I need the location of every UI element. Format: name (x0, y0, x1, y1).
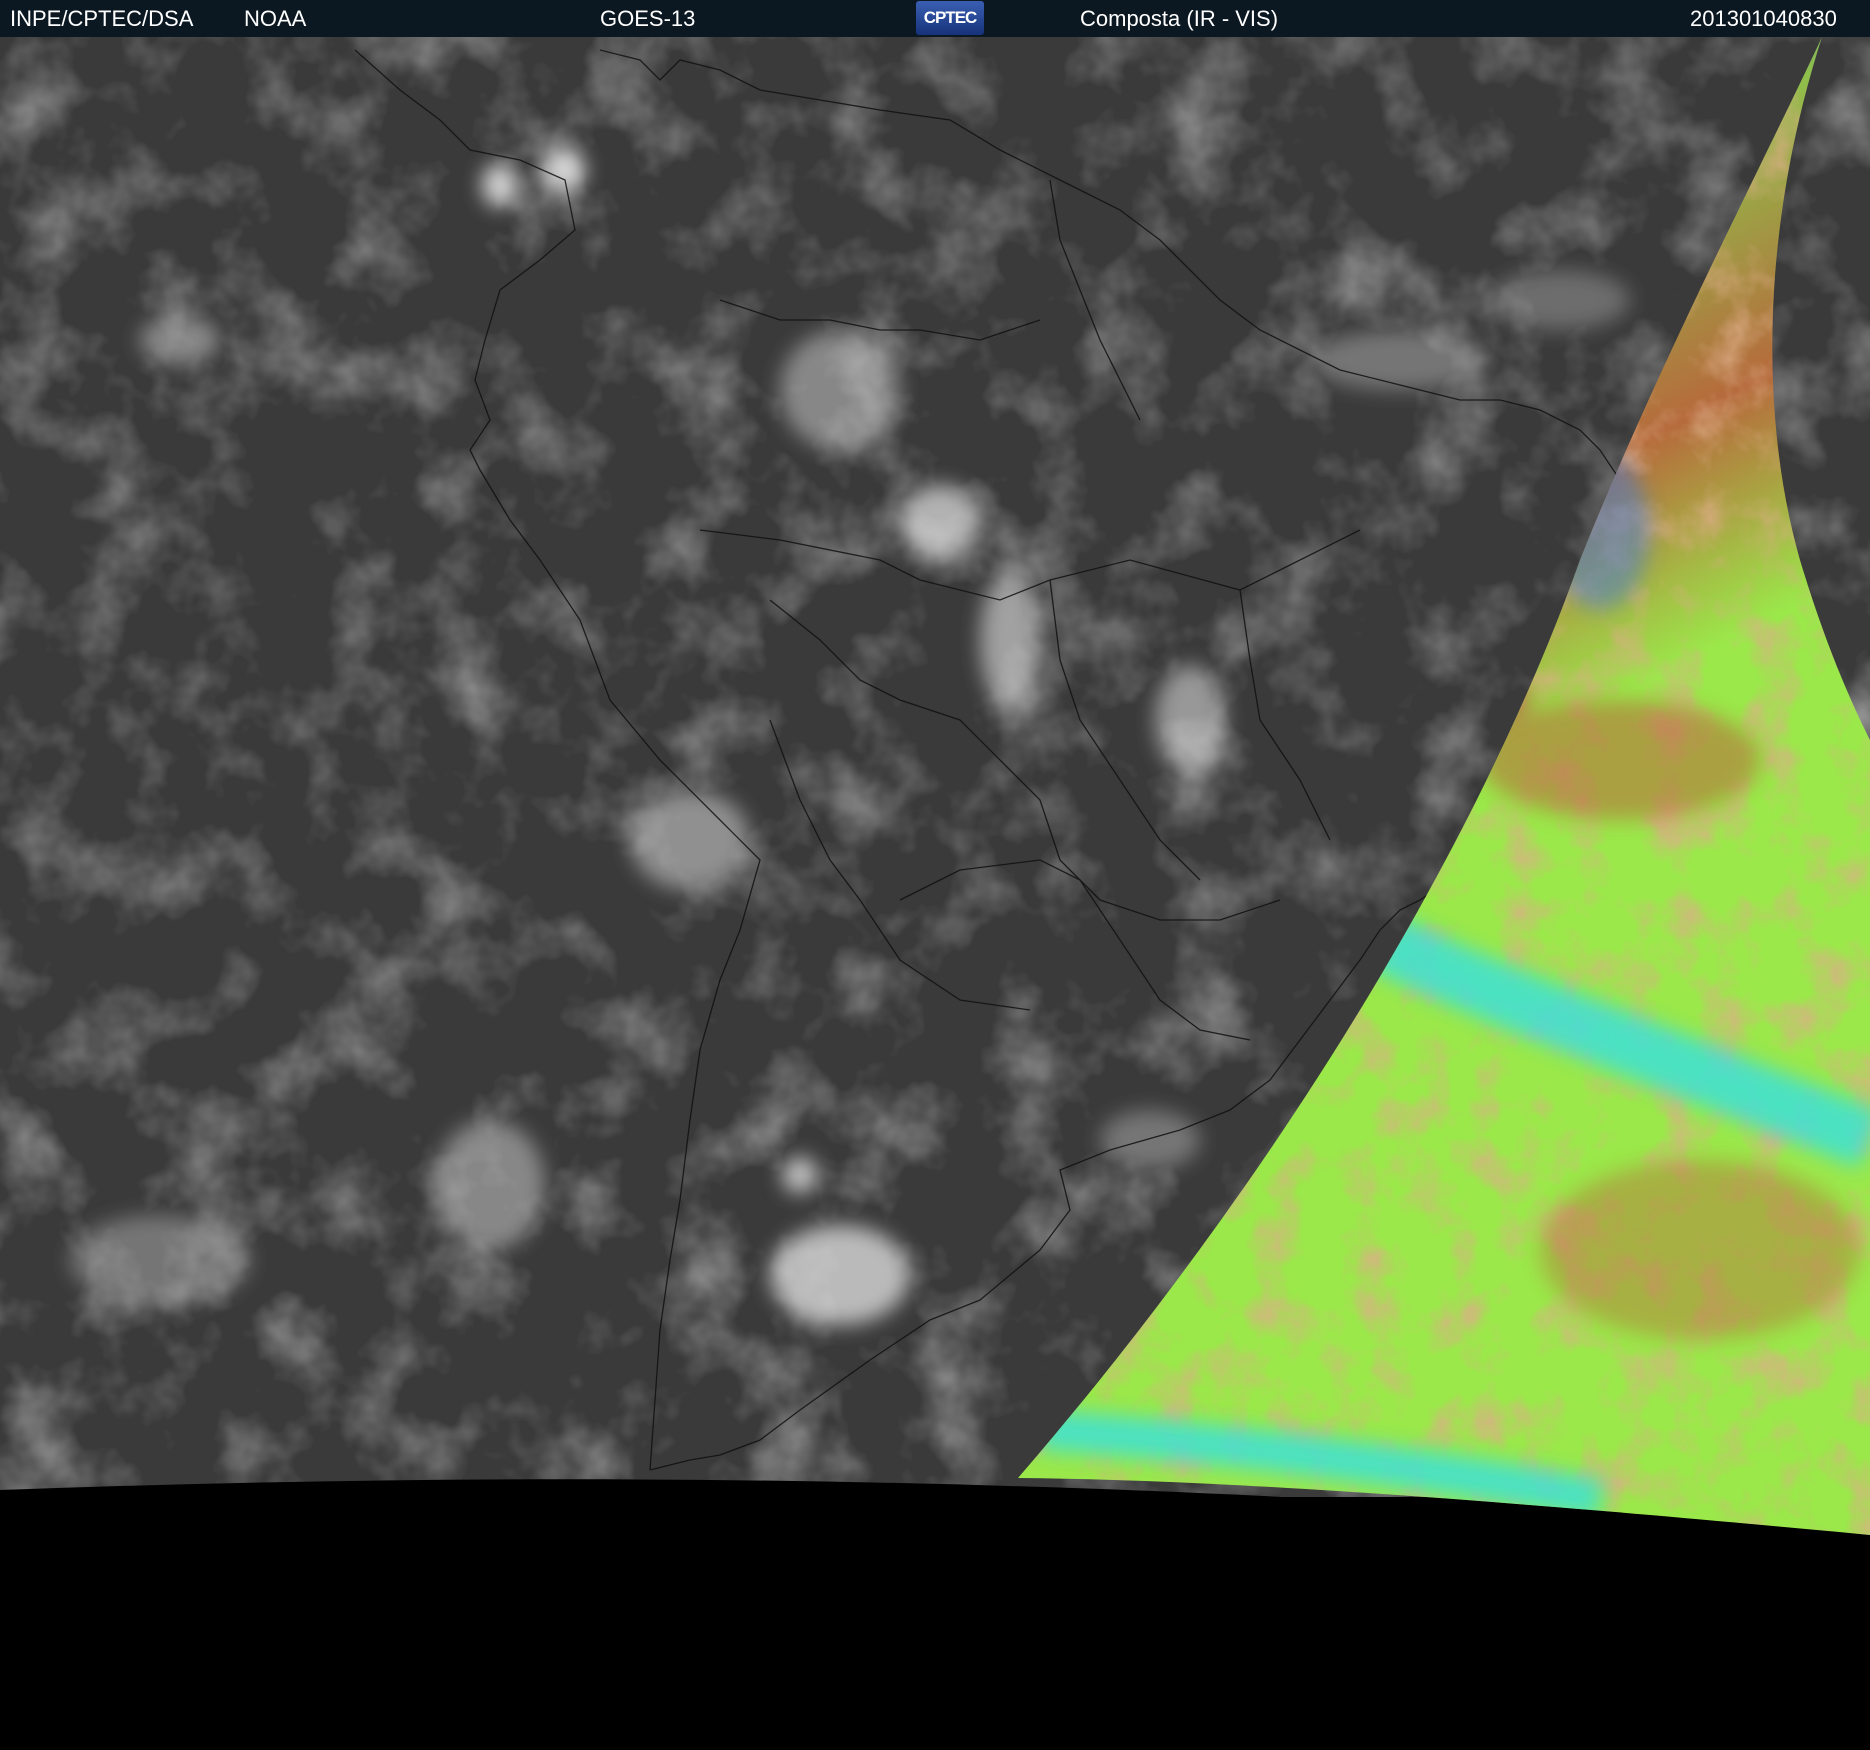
satellite-composite-image (0, 37, 1870, 1750)
timestamp-label: 201301040830 (1690, 6, 1837, 31)
agency-label: NOAA (244, 6, 307, 31)
product-label: Composta (IR - VIS) (1080, 6, 1279, 31)
satellite-label: GOES-13 (600, 6, 696, 31)
institution-label: INPE/CPTEC/DSA (10, 6, 194, 31)
image-header-bar: INPE/CPTEC/DSA NOAA GOES-13 CPTEC Compos… (0, 0, 1870, 37)
cptec-logo: CPTEC (916, 1, 984, 35)
